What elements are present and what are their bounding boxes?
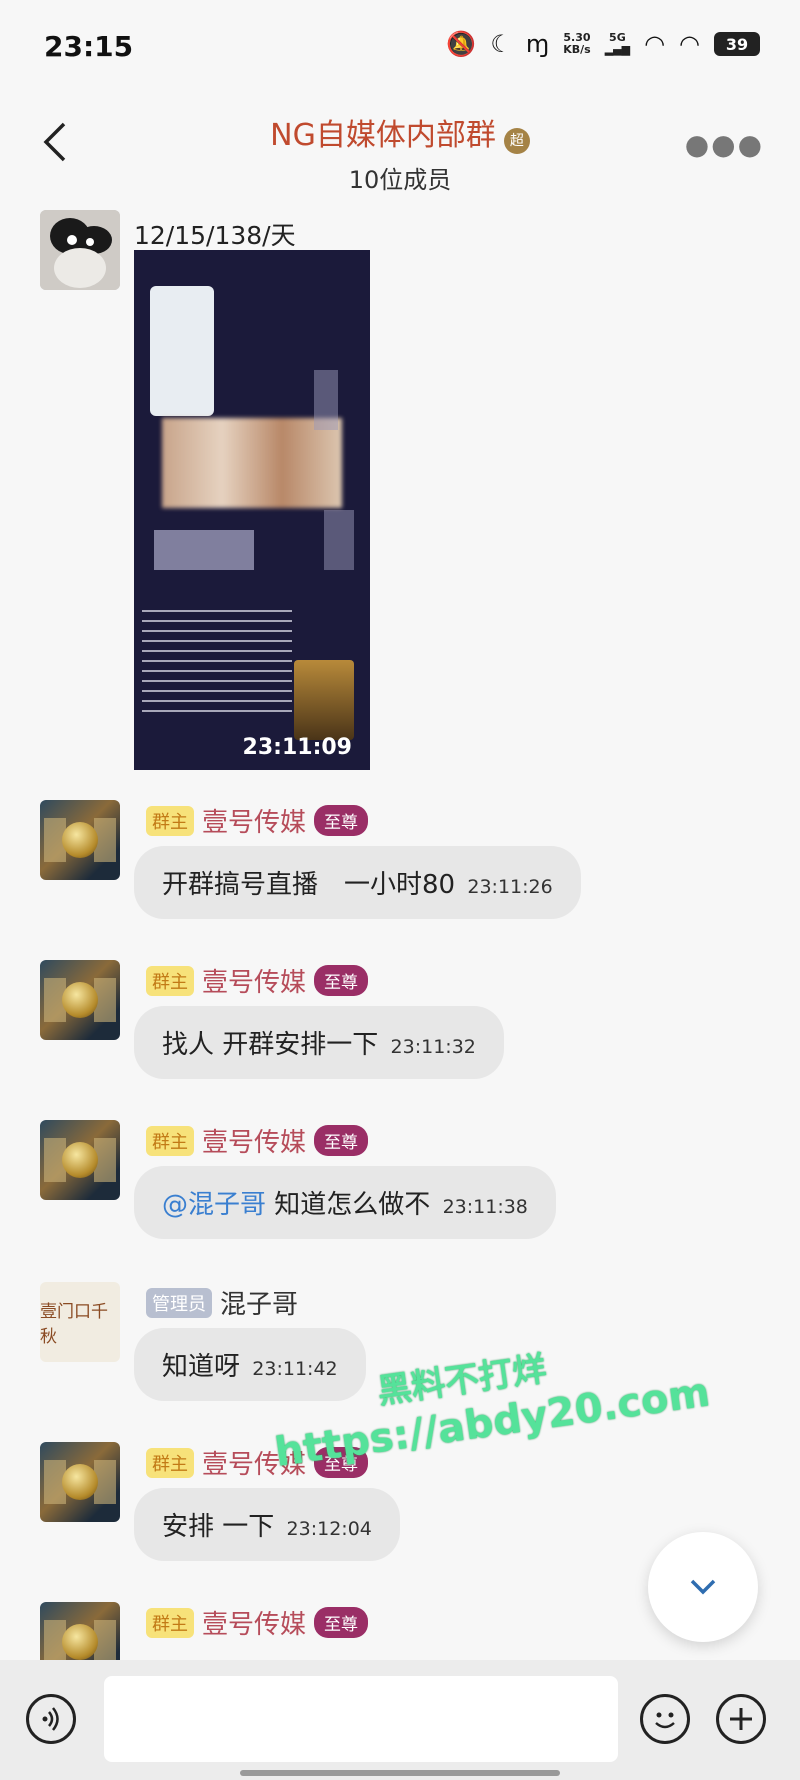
sender-row: 群主 壹号传媒 至尊 xyxy=(146,1604,369,1641)
role-badge: 群主 xyxy=(146,1607,194,1638)
mute-bell-icon: 🔕 xyxy=(446,30,477,58)
input-bar xyxy=(0,1660,800,1780)
avatar[interactable] xyxy=(40,960,120,1040)
sender-name[interactable]: 壹号传媒 xyxy=(202,802,306,839)
message-text: 知道怎么做不 xyxy=(274,1190,431,1220)
avatar[interactable] xyxy=(40,210,120,290)
level-badge: 至尊 xyxy=(314,805,369,836)
message-bubble[interactable]: 找人 开群安排一下 23:11:32 xyxy=(134,1006,504,1079)
mosaic-area xyxy=(162,418,342,508)
cat-avatar-icon xyxy=(40,210,120,290)
voice-icon xyxy=(42,1707,59,1731)
status-bar: 23:15 🔕 ☾ ɱ 5.30 KB/s 5G ▂▄▆ ◠ ◠ 39 xyxy=(0,0,800,100)
net-speed: 5.30 KB/s xyxy=(563,31,591,56)
mention-link[interactable]: @混子哥 xyxy=(162,1190,266,1220)
avatar[interactable] xyxy=(40,800,120,880)
role-badge: 群主 xyxy=(146,1125,194,1156)
image-caption: 12/15/138/天 xyxy=(134,221,296,250)
role-badge: 管理员 xyxy=(146,1287,212,1318)
message-text: 知道呀 xyxy=(162,1352,241,1382)
blurred-text xyxy=(142,610,292,720)
level-badge: 至尊 xyxy=(314,965,369,996)
voice-input-button[interactable] xyxy=(26,1694,76,1744)
message-time: 23:12:04 xyxy=(286,1518,372,1540)
avatar[interactable] xyxy=(40,1442,120,1522)
message-text: 开群搞号直播 一小时80 xyxy=(162,870,456,900)
status-time: 23:15 xyxy=(44,30,134,63)
screenshot-card xyxy=(150,286,214,416)
moon-icon: ☾ xyxy=(490,30,512,58)
wifi-icon-2: ◠ xyxy=(679,30,700,58)
image-time: 23:11:09 xyxy=(242,735,352,760)
role-badge: 群主 xyxy=(146,965,194,996)
emoji-button[interactable] xyxy=(640,1694,690,1744)
shared-screenshot-image[interactable]: 23:11:09 xyxy=(134,250,370,770)
member-count: 10位成员 xyxy=(348,166,452,194)
avatar[interactable]: 壹门口千秋 xyxy=(40,1282,120,1362)
sender-name[interactable]: 壹号传媒 xyxy=(202,1604,306,1641)
level-badge: 至尊 xyxy=(314,1607,369,1638)
sender-row: 管理员 混子哥 xyxy=(146,1284,298,1321)
message-bubble[interactable]: @混子哥 知道怎么做不 23:11:38 xyxy=(134,1166,556,1239)
more-options-button[interactable]: ●●● xyxy=(685,128,764,161)
signal-icon: 5G ▂▄▆ xyxy=(604,31,631,56)
message-bubble[interactable]: 开群搞号直播 一小时80 23:11:26 xyxy=(134,846,581,919)
sender-name[interactable]: 壹号传媒 xyxy=(202,962,306,999)
coin-avatar-icon xyxy=(62,822,98,858)
title-area[interactable]: NG自媒体内部群超 10位成员 xyxy=(0,110,800,195)
message-text: 找人 开群安排一下 xyxy=(162,1030,379,1060)
avatar[interactable] xyxy=(40,1120,120,1200)
sender-row: 群主 壹号传媒 至尊 xyxy=(146,962,369,999)
app-notification-icon: ɱ xyxy=(525,30,550,58)
coin-avatar-icon xyxy=(62,1142,98,1178)
coin-avatar-icon xyxy=(62,1624,98,1660)
sender-name[interactable]: 壹号传媒 xyxy=(202,1122,306,1159)
message-input[interactable] xyxy=(104,1676,618,1762)
coin-avatar-icon xyxy=(62,982,98,1018)
coin-avatar-icon xyxy=(62,1464,98,1500)
message-time: 23:11:26 xyxy=(467,876,553,898)
sender-row: 群主 壹号传媒 至尊 xyxy=(146,802,369,839)
sender-name[interactable]: 混子哥 xyxy=(220,1284,298,1321)
chevron-down-icon xyxy=(690,1579,716,1595)
role-badge: 群主 xyxy=(146,805,194,836)
status-icons: 🔕 ☾ ɱ 5.30 KB/s 5G ▂▄▆ ◠ ◠ 39 xyxy=(446,30,760,58)
chat-header: NG自媒体内部群超 10位成员 ●●● xyxy=(0,100,800,200)
gift-icon xyxy=(294,660,354,740)
message-time: 23:11:32 xyxy=(390,1036,476,1058)
message-time: 23:11:38 xyxy=(442,1196,528,1218)
wifi-icon: ◠ xyxy=(644,30,666,58)
smiley-icon xyxy=(655,1712,675,1729)
message-text: 安排 一下 xyxy=(162,1512,275,1542)
battery-icon: 39 xyxy=(714,32,760,56)
plus-icon xyxy=(730,1708,752,1730)
super-group-badge: 超 xyxy=(503,127,530,154)
message-bubble[interactable]: 安排 一下 23:12:04 xyxy=(134,1488,400,1561)
group-title: NG自媒体内部群 xyxy=(270,118,496,153)
more-actions-button[interactable] xyxy=(716,1694,766,1744)
role-badge: 群主 xyxy=(146,1447,194,1478)
sender-row: 群主 壹号传媒 至尊 xyxy=(146,1122,369,1159)
home-indicator xyxy=(240,1770,560,1776)
level-badge: 至尊 xyxy=(314,1125,369,1156)
scroll-to-bottom-button[interactable] xyxy=(648,1532,758,1642)
